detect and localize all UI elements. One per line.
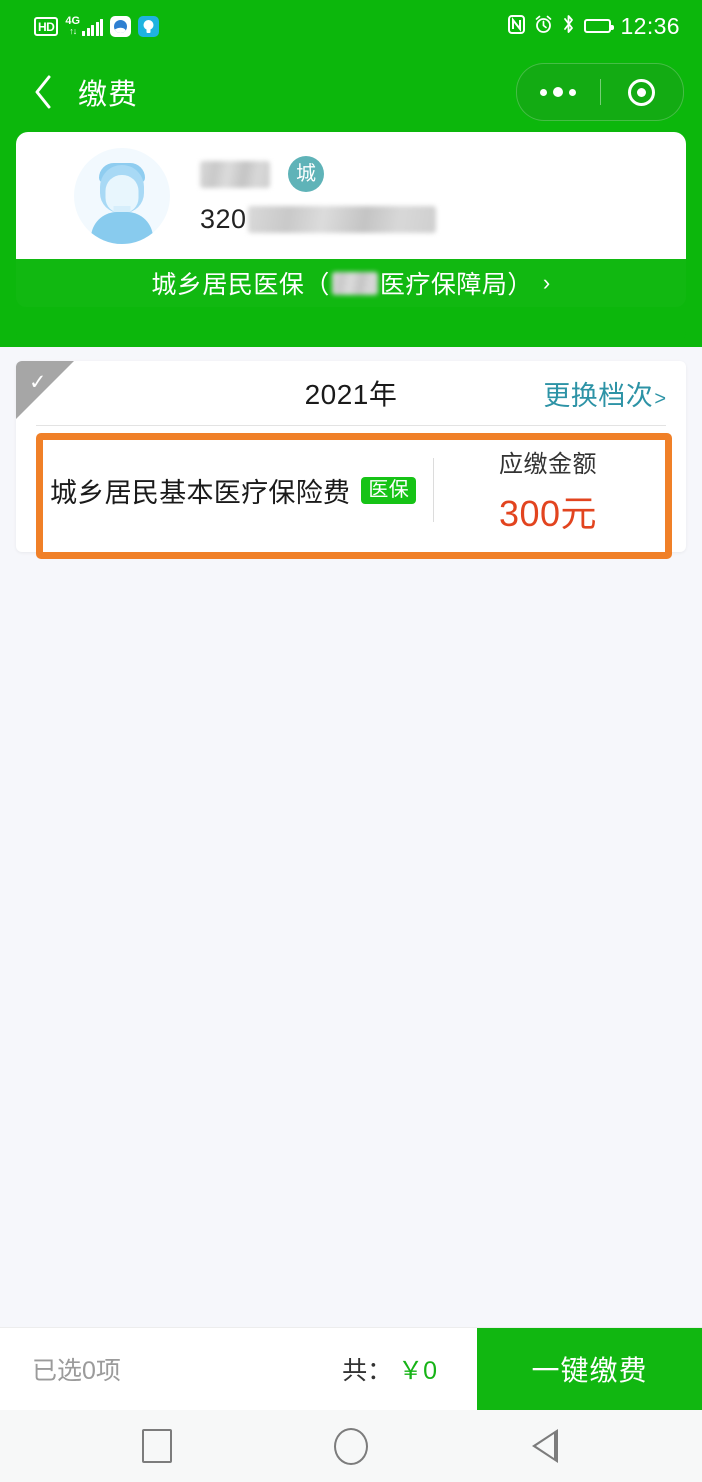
payment-item-name: 城乡居民基本医疗保险费: [50, 477, 351, 508]
app-icon: [110, 15, 132, 37]
status-bar-left: HD 4G ↑↓: [34, 15, 160, 37]
signal-icon: 4G ↑↓: [65, 16, 104, 36]
change-tier-label: 更换档次: [543, 380, 654, 411]
recents-button[interactable]: [127, 1416, 187, 1476]
payment-item-row[interactable]: 城乡居民基本医疗保险费 医保 应缴金额 300元: [50, 434, 656, 546]
miniprogram-capsule: [516, 63, 684, 121]
back-button[interactable]: [515, 1416, 575, 1476]
alarm-icon: [534, 15, 553, 38]
insurance-org-label: 城乡居民医保（ 医疗保障局） ›: [151, 265, 550, 301]
hero-bottom-curve: [16, 325, 686, 347]
chevron-right-icon: ›: [542, 270, 551, 295]
hero-section: 城 320 城乡居民医保（ 医疗保障局） ›: [0, 132, 702, 347]
year-label: 2021年: [304, 379, 398, 410]
user-name-masked: [200, 160, 270, 188]
close-miniprogram-button[interactable]: [601, 64, 684, 120]
user-card: 城 320: [16, 132, 686, 259]
status-bar-right: 12:36: [508, 13, 680, 40]
pay-button[interactable]: 一键缴费: [477, 1328, 702, 1410]
amount-value: 300元: [498, 492, 598, 534]
item-divider: [433, 458, 434, 522]
flashlight-icon: [138, 15, 160, 37]
network-arrows-icon: ↑↓: [69, 26, 77, 36]
medical-insurance-badge: 医保: [361, 476, 417, 504]
hd-icon: HD: [34, 16, 59, 36]
user-id-masked: [247, 206, 436, 233]
nav-header: 缴费: [0, 52, 702, 132]
clock-label: 12:36: [620, 12, 680, 39]
back-triangle-icon: [532, 1429, 558, 1463]
user-name-row: 城: [200, 156, 436, 192]
recents-square-icon: [142, 1429, 172, 1463]
payment-item-card[interactable]: ✓ 2021年 更换档次 > 城乡居民基本医疗保险费 医保 应缴金额 300元: [16, 361, 686, 559]
total-label: 共：: [342, 1357, 393, 1385]
org-text-before: 城乡居民医保（: [151, 271, 330, 299]
payment-item-left: 城乡居民基本医疗保险费 医保: [50, 471, 433, 510]
bottom-action-bar: 已选0项 共： ￥0 一键缴费: [0, 1327, 702, 1410]
back-chevron-icon[interactable]: [24, 70, 62, 114]
city-badge: 城: [288, 156, 324, 192]
user-id-prefix: 320: [200, 204, 247, 234]
selected-count-label: 已选0项: [32, 1357, 121, 1385]
user-info: 城 320: [200, 156, 436, 235]
page-title: 缴费: [78, 79, 139, 111]
hero-spacer: [16, 307, 686, 325]
more-dots-icon: [540, 87, 577, 97]
nfc-icon: [508, 14, 526, 38]
bluetooth-icon: [562, 14, 575, 38]
android-nav-bar: [0, 1410, 702, 1482]
amount-label: 应缴金额: [499, 450, 597, 478]
total-amount: ￥0: [398, 1357, 437, 1385]
total-amount-group: 共： ￥0: [342, 1328, 477, 1410]
signal-bars-icon: [82, 19, 104, 36]
battery-icon: [584, 19, 615, 33]
content-area: ✓ 2021年 更换档次 > 城乡居民基本医疗保险费 医保 应缴金额 300元: [0, 361, 702, 559]
insurance-org-selector[interactable]: 城乡居民医保（ 医疗保障局） ›: [16, 259, 686, 307]
target-circle-icon: [628, 78, 656, 106]
org-name-masked: [331, 271, 378, 295]
payment-item-right: 应缴金额 300元: [440, 444, 656, 537]
card-header: 2021年 更换档次 >: [36, 361, 666, 426]
org-text-after: 医疗保障局）: [379, 271, 533, 299]
chevron-right-icon: >: [654, 387, 666, 410]
avatar: [74, 147, 170, 244]
more-menu-button[interactable]: [517, 64, 600, 120]
change-tier-link[interactable]: 更换档次 >: [543, 374, 666, 413]
user-id-row: 320: [200, 204, 436, 235]
home-circle-icon: [334, 1427, 368, 1465]
status-bar: HD 4G ↑↓ 12:36: [0, 0, 702, 52]
home-button[interactable]: [321, 1416, 381, 1476]
